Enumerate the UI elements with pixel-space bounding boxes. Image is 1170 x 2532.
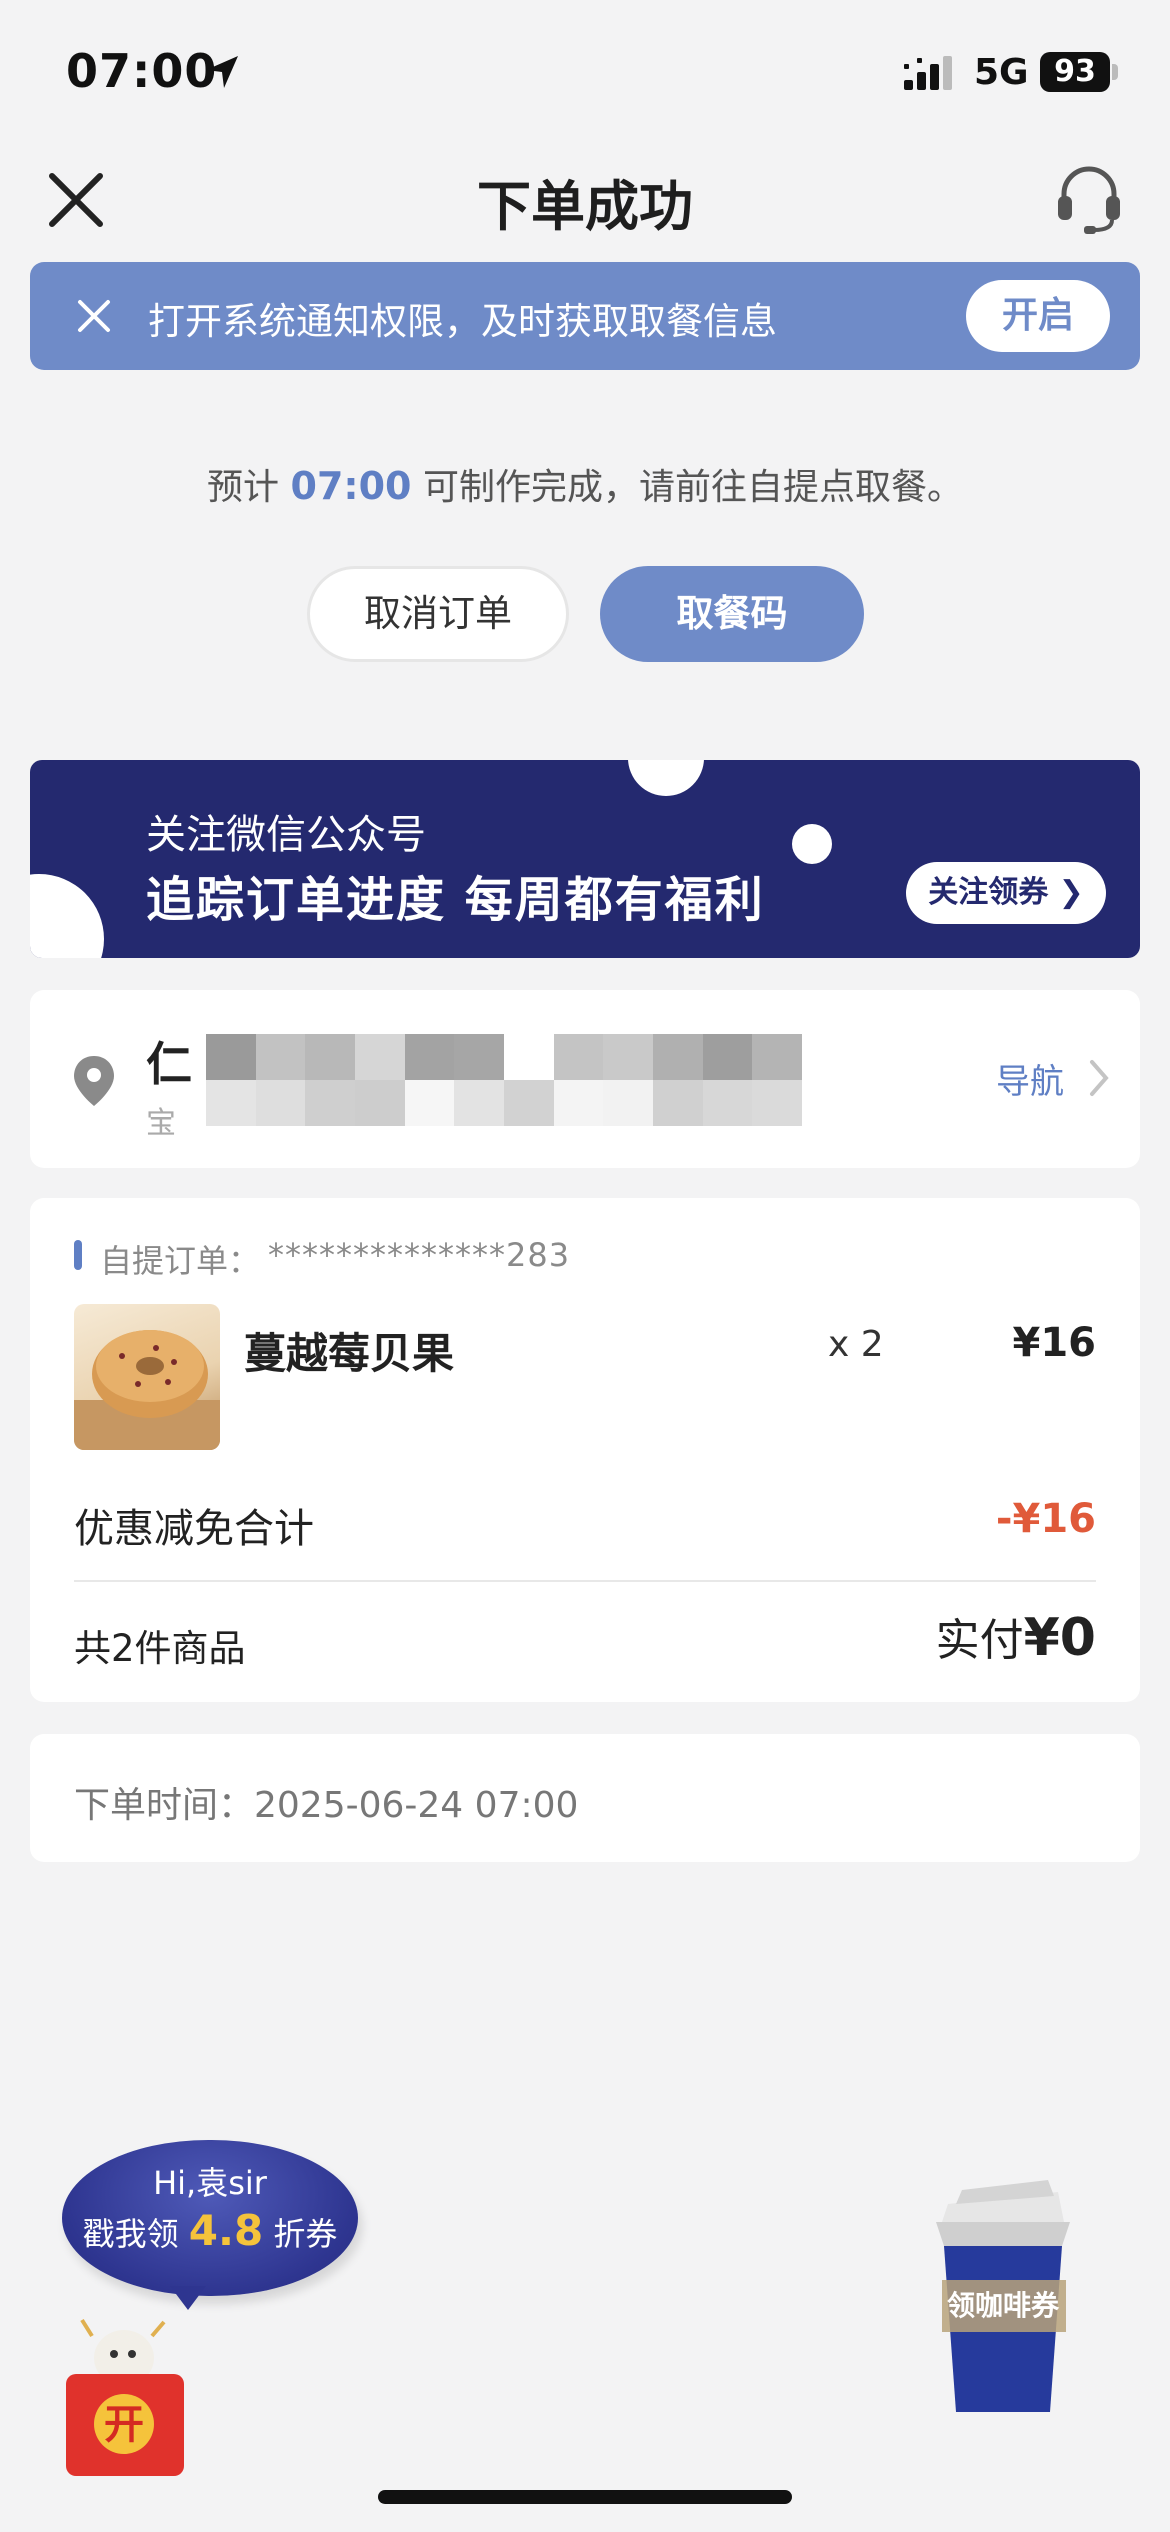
store-card[interactable]: 仁 宝 导航 xyxy=(30,990,1140,1168)
redpack-char: 开 xyxy=(104,2402,144,2448)
promo-title: 关注微信公众号 xyxy=(146,812,426,858)
discount-value: -¥16 xyxy=(995,1496,1096,1542)
order-time-card: 下单时间：2025-06-24 07:00 xyxy=(30,1734,1140,1862)
coupon-suffix: 折券 xyxy=(273,2215,338,2253)
dismiss-notice-icon[interactable] xyxy=(72,294,116,338)
chevron-right-icon: ❯ xyxy=(1058,875,1084,910)
paid-amount: ¥0 xyxy=(1023,1608,1096,1668)
network-type: 5G xyxy=(974,52,1029,93)
store-name: 仁 xyxy=(146,1037,192,1091)
red-envelope-icon[interactable]: 开 xyxy=(62,2314,192,2480)
decor-circle xyxy=(30,874,104,958)
notification-banner: 打开系统通知权限，及时获取取餐信息 开启 xyxy=(30,262,1140,370)
page-title: 下单成功 xyxy=(477,175,693,238)
estimate-suffix: 可制作完成，请前往自提点取餐。 xyxy=(422,467,963,508)
order-number: **************283 xyxy=(268,1236,571,1274)
estimate-prefix: 预计 xyxy=(207,467,280,508)
greeting-text: Hi,袁sir xyxy=(153,2164,267,2202)
product-price: ¥16 xyxy=(1012,1320,1097,1366)
enable-notification-button[interactable]: 开启 xyxy=(966,280,1110,352)
order-card: 自提订单： **************283 蔓越莓贝果 x 2 ¥16 优惠… xyxy=(30,1198,1140,1702)
decor-circle xyxy=(628,760,704,796)
pickup-estimate: 预计 07:00 可制作完成，请前往自提点取餐。 xyxy=(0,458,1170,510)
discount-label: 优惠减免合计 xyxy=(74,1506,314,1552)
follow-coupon-label: 关注领券 xyxy=(928,875,1049,910)
bubble-tail xyxy=(170,2286,206,2310)
signal-icon xyxy=(904,56,952,90)
customer-service-icon[interactable] xyxy=(1054,162,1124,234)
coffee-coupon-label: 领咖啡券 xyxy=(946,2289,1059,2322)
decor-circle xyxy=(792,824,832,864)
navigate-link[interactable]: 导航 xyxy=(996,1054,1064,1103)
paid-total: 实付¥0 xyxy=(936,1604,1096,1668)
location-arrow-icon xyxy=(206,56,238,88)
divider xyxy=(74,1580,1096,1582)
order-type-label: 自提订单： xyxy=(100,1242,261,1280)
product-thumbnail xyxy=(74,1304,220,1450)
home-indicator xyxy=(378,2490,792,2504)
follow-coupon-button[interactable]: 关注领券 ❯ xyxy=(906,862,1106,924)
chevron-right-icon xyxy=(1090,1060,1109,1096)
store-address: 宝 xyxy=(146,1106,176,1141)
location-pin-icon xyxy=(74,1056,114,1106)
coupon-text: 戳我领 4.8 折券 xyxy=(62,2206,358,2255)
section-accent-bar xyxy=(74,1240,82,1270)
product-name: 蔓越莓贝果 xyxy=(244,1329,455,1378)
coupon-bubble[interactable]: Hi,袁sir 戳我领 4.8 折券 xyxy=(62,2140,358,2296)
notice-text: 打开系统通知权限，及时获取取餐信息 xyxy=(148,300,777,343)
cancel-order-button[interactable]: 取消订单 xyxy=(307,566,569,662)
paid-label: 实付 xyxy=(935,1615,1024,1666)
battery-level: 93 xyxy=(1040,52,1110,92)
product-quantity: x 2 xyxy=(828,1324,884,1365)
item-count: 共2件商品 xyxy=(74,1627,246,1670)
estimate-time: 07:00 xyxy=(290,464,412,508)
bagel-image xyxy=(74,1330,220,1450)
pickup-code-button[interactable]: 取餐码 xyxy=(600,566,864,662)
coupon-prefix: 戳我领 xyxy=(82,2215,179,2253)
order-time: 下单时间：2025-06-24 07:00 xyxy=(74,1785,579,1826)
wechat-follow-banner[interactable]: 关注微信公众号 追踪订单进度 每周都有福利 关注领券 ❯ xyxy=(30,760,1140,958)
promo-subtitle: 追踪订单进度 每周都有福利 xyxy=(146,872,765,928)
coupon-value: 4.8 xyxy=(188,2206,264,2255)
battery-tip xyxy=(1112,64,1118,80)
status-time: 07:00 xyxy=(66,44,218,98)
redacted-mosaic xyxy=(206,1034,802,1126)
